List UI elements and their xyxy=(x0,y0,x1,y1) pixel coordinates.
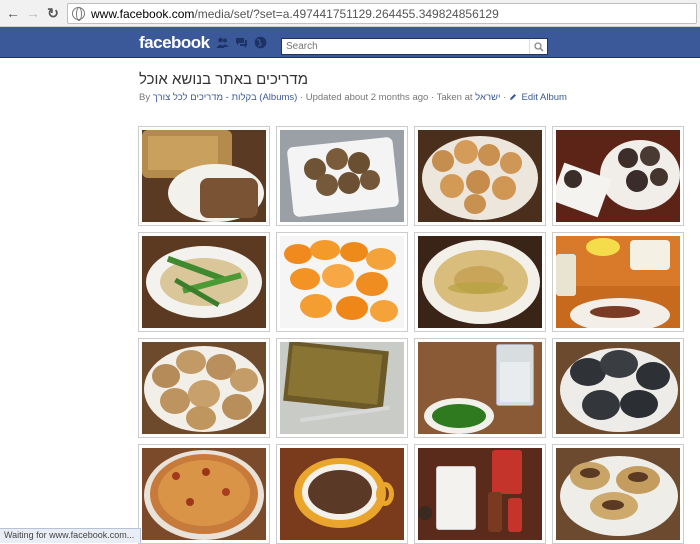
album-meta: By בקלות - מדריכים לכל צורך (Albums) · U… xyxy=(139,92,567,103)
messages-icon[interactable] xyxy=(235,36,248,49)
location-link[interactable]: ישראל xyxy=(475,92,500,103)
photo-thumbnail-pizza[interactable] xyxy=(138,444,270,544)
photo-thumbnail-cake-slice[interactable] xyxy=(276,338,408,438)
photo-thumbnail-filled-pastries[interactable] xyxy=(552,444,684,544)
photo-thumbnail-stir-fry[interactable] xyxy=(138,232,270,332)
search-icon[interactable] xyxy=(529,39,547,54)
reload-button[interactable]: ↻ xyxy=(43,3,63,23)
photo-thumbnail-water-and-greens[interactable] xyxy=(414,338,546,438)
photo-thumbnail-cookies[interactable] xyxy=(414,126,546,226)
notifications-globe-icon[interactable] xyxy=(254,36,267,49)
search-box[interactable] xyxy=(281,38,548,55)
edit-album-link[interactable]: Edit Album xyxy=(522,92,567,103)
url-text: www.facebook.com/media/set/?set=a.497441… xyxy=(91,6,499,21)
photo-thumbnail-milk-glass[interactable] xyxy=(414,444,546,544)
album-title: מדריכים באתר בנושא אוכל xyxy=(139,71,309,88)
globe-icon xyxy=(72,7,85,21)
photo-thumbnail-muffins[interactable] xyxy=(276,126,408,226)
photo-thumbnail-dark-patties[interactable] xyxy=(552,338,684,438)
browser-toolbar: ← → ↻ www.facebook.com/media/set/?set=a.… xyxy=(0,0,700,27)
address-bar[interactable]: www.facebook.com/media/set/?set=a.497441… xyxy=(67,3,697,24)
photo-thumbnail-oat-cookies[interactable] xyxy=(138,338,270,438)
pencil-icon xyxy=(509,93,517,101)
albums-link[interactable]: (Albums) xyxy=(259,92,297,103)
status-bar: Waiting for www.facebook.com... xyxy=(0,528,142,543)
taken-at-label: Taken at xyxy=(436,92,473,103)
photo-thumbnail-coconut-balls[interactable] xyxy=(552,126,684,226)
photo-thumbnail-hummus[interactable] xyxy=(414,232,546,332)
facebook-logo[interactable]: facebook xyxy=(139,33,210,53)
by-label: By xyxy=(139,92,151,103)
photo-thumbnail-carrot-slices[interactable] xyxy=(276,232,408,332)
forward-button[interactable]: → xyxy=(23,3,43,23)
photo-thumbnail-coffee-cup[interactable] xyxy=(276,444,408,544)
album-owner-link[interactable]: בקלות - מדריכים לכל צורך xyxy=(153,92,257,103)
photo-thumbnail-halva-dessert[interactable] xyxy=(138,126,270,226)
search-input[interactable] xyxy=(282,39,530,54)
back-button[interactable]: ← xyxy=(3,3,23,23)
updated-text: · Updated about 2 months ago · xyxy=(299,92,435,103)
separator-dot: · xyxy=(503,92,507,103)
photo-thumbnail-dessert-plate[interactable] xyxy=(552,232,684,332)
friend-requests-icon[interactable] xyxy=(216,36,229,49)
